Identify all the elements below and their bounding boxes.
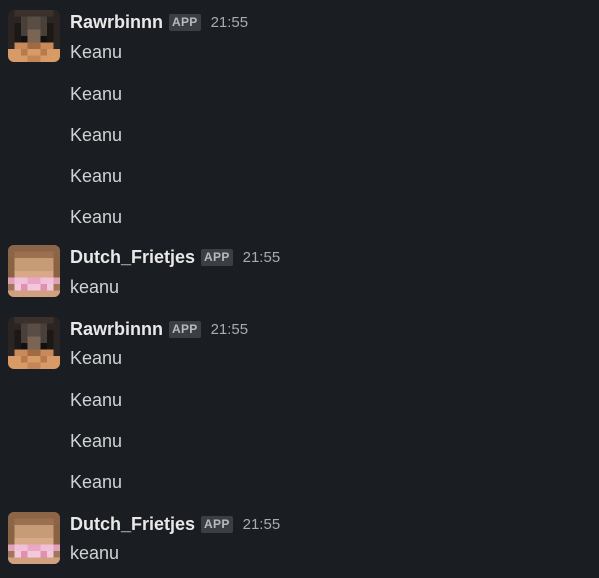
username[interactable]: Dutch_Frietjes — [70, 247, 195, 268]
message-group: Dutch_Frietjes APP 21:55 keanu — [0, 245, 599, 305]
username[interactable]: Rawrbinnn — [70, 12, 163, 33]
message-header: Rawrbinnn APP 21:55 — [70, 10, 248, 34]
message-header: Dutch_Frietjes APP 21:55 — [70, 512, 280, 536]
message-list: Rawrbinnn APP 21:55 Keanu Keanu Keanu Ke… — [0, 0, 599, 578]
message-group: Rawrbinnn APP 21:55 Keanu Keanu Keanu Ke… — [0, 10, 599, 235]
message-text: keanu — [70, 543, 120, 563]
app-badge: APP — [201, 248, 233, 266]
message-text: Keanu — [70, 42, 123, 62]
message-text: Keanu — [70, 431, 123, 451]
message-text: Keanu — [70, 348, 123, 368]
timestamp[interactable]: 21:55 — [243, 516, 281, 533]
message-text: Keanu — [70, 472, 123, 492]
message-header: Rawrbinnn APP 21:55 — [70, 317, 248, 341]
app-badge: APP — [169, 320, 201, 338]
message-text: keanu — [70, 277, 120, 297]
message-header: Dutch_Frietjes APP 21:55 — [70, 245, 280, 269]
username[interactable]: Dutch_Frietjes — [70, 514, 195, 535]
app-badge: APP — [169, 13, 201, 31]
rawrbinnn-avatar[interactable] — [8, 317, 60, 369]
dutch-frietjes-avatar[interactable] — [8, 245, 60, 297]
app-badge: APP — [201, 515, 233, 533]
message-text: Keanu — [70, 166, 123, 186]
message-group: Dutch_Frietjes APP 21:55 keanu — [0, 512, 599, 572]
username[interactable]: Rawrbinnn — [70, 319, 163, 340]
timestamp[interactable]: 21:55 — [211, 321, 249, 338]
message-text: Keanu — [70, 390, 123, 410]
message-text: Keanu — [70, 125, 123, 145]
message-group: Rawrbinnn APP 21:55 Keanu Keanu Keanu Ke… — [0, 317, 599, 497]
rawrbinnn-avatar[interactable] — [8, 10, 60, 62]
timestamp[interactable]: 21:55 — [211, 14, 249, 31]
message-text: Keanu — [70, 84, 123, 104]
timestamp[interactable]: 21:55 — [243, 249, 281, 266]
dutch-frietjes-avatar[interactable] — [8, 512, 60, 564]
message-text: Keanu — [70, 207, 123, 227]
